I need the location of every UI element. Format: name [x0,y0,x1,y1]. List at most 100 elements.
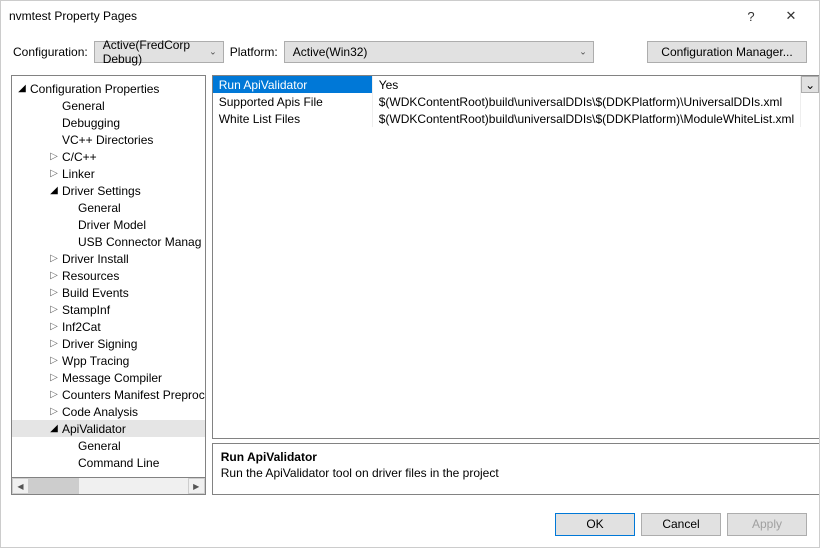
tree-item[interactable]: ▷Wpp Tracing [12,352,205,369]
tree[interactable]: ◢Configuration PropertiesGeneralDebuggin… [11,75,206,478]
tree-item[interactable]: ▷Counters Manifest Preproc [12,386,205,403]
footer: OK Cancel Apply [1,501,819,547]
chevron-down-icon: ⌄ [579,47,587,58]
expand-icon[interactable]: ▷ [48,355,60,366]
tree-label: General [76,439,121,453]
tree-root[interactable]: ◢Configuration Properties [12,80,205,97]
expand-icon[interactable]: ▷ [48,287,60,298]
tree-item[interactable]: ▷Driver Install [12,250,205,267]
tree-label: VC++ Directories [60,133,153,147]
apply-button: Apply [727,513,807,536]
tree-item[interactable]: General [12,437,205,454]
help-button[interactable]: ? [731,9,771,24]
chevron-down-icon: ⌄ [209,47,217,58]
tree-item[interactable]: ▷Build Events [12,284,205,301]
tree-item[interactable]: ◢Driver Settings [12,182,205,199]
expand-icon[interactable]: ▷ [48,304,60,315]
description-title: Run ApiValidator [221,450,811,464]
tree-item[interactable]: ▷Driver Signing [12,335,205,352]
tree-item[interactable]: ▷C/C++ [12,148,205,165]
grid-prop-name: Run ApiValidator [213,76,373,93]
expand-icon[interactable]: ▷ [48,168,60,179]
tree-label: Counters Manifest Preproc [60,388,205,402]
tree-label: ApiValidator [60,422,126,436]
config-toolbar: Configuration: Active(FredCorp Debug) ⌄ … [1,31,819,75]
description-body: Run the ApiValidator tool on driver file… [221,466,811,480]
tree-label: General [60,99,105,113]
titlebar: nvmtest Property Pages ? ✕ [1,1,819,31]
platform-value: Active(Win32) [293,45,368,59]
expand-icon[interactable]: ▷ [48,372,60,383]
tree-item[interactable]: ▷Code Analysis [12,403,205,420]
grid-prop-value[interactable]: $(WDKContentRoot)build\universalDDIs\$(D… [373,110,801,127]
tree-label: Command Line [76,456,159,470]
tree-label: Message Compiler [60,371,162,385]
tree-label: Driver Settings [60,184,141,198]
close-button[interactable]: ✕ [771,8,811,24]
expand-icon[interactable]: ▷ [48,151,60,162]
tree-label: Configuration Properties [28,82,159,96]
tree-label: General [76,201,121,215]
tree-item[interactable]: ▷Resources [12,267,205,284]
tree-item[interactable]: VC++ Directories [12,131,205,148]
cancel-button[interactable]: Cancel [641,513,721,536]
tree-label: Driver Signing [60,337,137,351]
tree-label: Inf2Cat [60,320,101,334]
tree-label: Driver Install [60,252,129,266]
tree-label: Build Events [60,286,129,300]
tree-label: C/C++ [60,150,97,164]
tree-label: StampInf [60,303,110,317]
configuration-manager-button[interactable]: Configuration Manager... [647,41,807,63]
configuration-label: Configuration: [13,45,88,59]
expand-icon[interactable]: ◢ [16,83,28,94]
grid-dropdown-icon[interactable]: ⌄ [801,76,819,93]
grid-prop-name: Supported Apis File [213,93,373,110]
tree-item[interactable]: Command Line [12,454,205,471]
tree-item[interactable]: USB Connector Manag [12,233,205,250]
configuration-combo[interactable]: Active(FredCorp Debug) ⌄ [94,41,224,63]
window-title: nvmtest Property Pages [9,9,731,23]
ok-button[interactable]: OK [555,513,635,536]
property-grid[interactable]: Run ApiValidatorYes⌄Supported Apis File$… [212,75,819,439]
platform-combo[interactable]: Active(Win32) ⌄ [284,41,594,63]
platform-label: Platform: [230,45,278,59]
tree-label: Code Analysis [60,405,138,419]
main-area: ◢Configuration PropertiesGeneralDebuggin… [1,75,819,501]
grid-row[interactable]: White List Files$(WDKContentRoot)build\u… [213,110,819,127]
expand-icon[interactable]: ▷ [48,253,60,264]
scroll-right-icon[interactable]: ▶ [188,478,205,494]
tree-item[interactable]: General [12,199,205,216]
grid-prop-name: White List Files [213,110,373,127]
tree-item[interactable]: ▷Inf2Cat [12,318,205,335]
grid-row[interactable]: Run ApiValidatorYes⌄ [213,76,819,93]
grid-prop-value[interactable]: $(WDKContentRoot)build\universalDDIs\$(D… [373,93,801,110]
tree-item[interactable]: ◢ApiValidator [12,420,205,437]
tree-item[interactable]: Debugging [12,114,205,131]
grid-dropdown-icon [801,110,819,127]
property-pages-window: nvmtest Property Pages ? ✕ Configuration… [0,0,820,548]
tree-label: Debugging [60,116,120,130]
scroll-track[interactable] [29,478,188,494]
grid-row[interactable]: Supported Apis File$(WDKContentRoot)buil… [213,93,819,110]
expand-icon[interactable]: ▷ [48,270,60,281]
tree-item[interactable]: ▷Message Compiler [12,369,205,386]
expand-icon[interactable]: ▷ [48,389,60,400]
tree-label: Linker [60,167,95,181]
scroll-thumb[interactable] [29,478,79,494]
expand-icon[interactable]: ◢ [48,423,60,434]
tree-panel: ◢Configuration PropertiesGeneralDebuggin… [11,75,206,495]
expand-icon[interactable]: ▷ [48,406,60,417]
tree-item[interactable]: ▷Linker [12,165,205,182]
tree-item[interactable]: ▷StampInf [12,301,205,318]
description-panel: Run ApiValidator Run the ApiValidator to… [212,443,819,495]
tree-hscrollbar[interactable]: ◀ ▶ [11,478,206,495]
expand-icon[interactable]: ◢ [48,185,60,196]
tree-item[interactable]: Driver Model [12,216,205,233]
expand-icon[interactable]: ▷ [48,321,60,332]
scroll-left-icon[interactable]: ◀ [12,478,29,494]
configuration-value: Active(FredCorp Debug) [103,38,203,66]
tree-item[interactable]: General [12,97,205,114]
grid-prop-value[interactable]: Yes [373,76,801,93]
expand-icon[interactable]: ▷ [48,338,60,349]
right-panel: Run ApiValidatorYes⌄Supported Apis File$… [212,75,819,495]
